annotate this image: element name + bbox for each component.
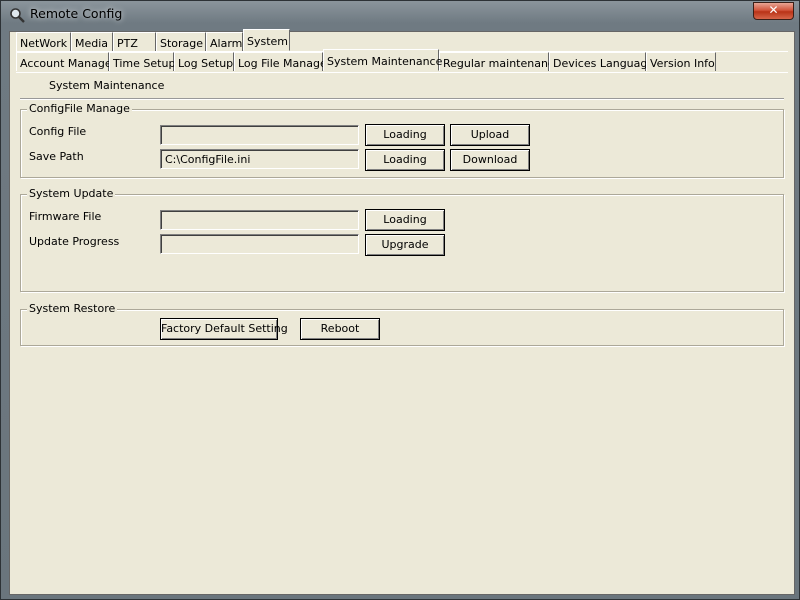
close-icon[interactable]: ✕ bbox=[753, 2, 794, 20]
tab-network[interactable]: NetWork bbox=[16, 32, 71, 51]
system-restore-legend: System Restore bbox=[27, 302, 118, 315]
divider bbox=[20, 98, 784, 100]
subtab-log-setup[interactable]: Log Setup bbox=[174, 52, 234, 71]
configfile-manage-legend: ConfigFile Manage bbox=[27, 102, 132, 115]
subtab-log-file-manage[interactable]: Log File Manage bbox=[234, 52, 327, 71]
panel-caption: System Maintenance bbox=[49, 79, 165, 92]
upgrade-button[interactable]: Upgrade bbox=[365, 234, 445, 256]
download-button[interactable]: Download bbox=[450, 149, 530, 171]
subtab-devices-language[interactable]: Devices Language bbox=[549, 52, 654, 71]
save-path-field[interactable]: C:\ConfigFile.ini bbox=[160, 149, 359, 169]
subtab-time-setup[interactable]: Time Setup bbox=[109, 52, 175, 71]
subtab-system-maintenance[interactable]: System Maintenance bbox=[323, 49, 442, 71]
save-path-loading-button[interactable]: Loading bbox=[365, 149, 445, 171]
window-title: Remote Config bbox=[30, 6, 123, 21]
config-loading-button[interactable]: Loading bbox=[365, 124, 445, 146]
upload-button[interactable]: Upload bbox=[450, 124, 530, 146]
system-restore-group: System Restore Factory Default Setting R… bbox=[20, 302, 784, 346]
update-progress-bar bbox=[160, 234, 359, 254]
system-update-group: System Update Firmware File Loading Upda… bbox=[20, 187, 784, 292]
system-update-legend: System Update bbox=[27, 187, 116, 200]
subtab-regular-maintenance[interactable]: Regular maintenance bbox=[439, 52, 561, 71]
tab-media[interactable]: Media bbox=[71, 32, 113, 51]
remote-config-window: Remote Config ✕ NetWork Media PTZ Storage Al… bbox=[0, 0, 800, 600]
tab-ptz[interactable]: PTZ bbox=[113, 32, 156, 51]
firmware-file-label: Firmware File bbox=[29, 210, 102, 223]
config-file-field[interactable] bbox=[160, 125, 359, 145]
client-area: NetWork Media PTZ Storage Alarm System Accoun… bbox=[9, 29, 795, 595]
save-path-label: Save Path bbox=[29, 150, 84, 163]
tab-storage[interactable]: Storage bbox=[156, 32, 206, 51]
configfile-manage-group: ConfigFile Manage Config File Loading Up… bbox=[20, 102, 784, 178]
factory-default-button[interactable]: Factory Default Setting bbox=[160, 318, 288, 340]
tab-alarm[interactable]: Alarm bbox=[206, 32, 243, 51]
firmware-loading-button[interactable]: Loading bbox=[365, 209, 445, 231]
title-bar[interactable]: Remote Config ✕ bbox=[1, 1, 800, 31]
tab-system[interactable]: System bbox=[243, 29, 290, 51]
subtab-account-manage[interactable]: Account Manage bbox=[16, 52, 112, 71]
config-file-label: Config File bbox=[29, 125, 87, 138]
update-progress-label: Update Progress bbox=[29, 235, 120, 248]
subtab-version-info[interactable]: Version Info bbox=[646, 52, 716, 71]
magnifier-icon bbox=[9, 7, 25, 23]
firmware-file-field[interactable] bbox=[160, 210, 359, 230]
reboot-button[interactable]: Reboot bbox=[300, 318, 380, 340]
